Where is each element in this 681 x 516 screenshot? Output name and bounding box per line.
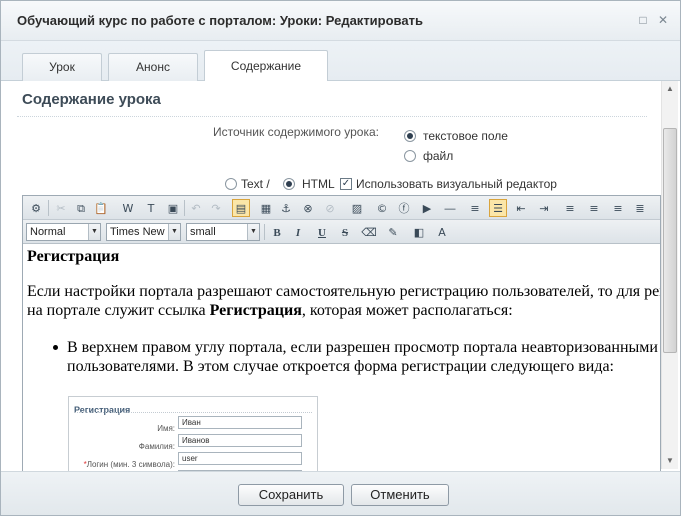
highlight-icon[interactable]: ✎ (384, 223, 402, 241)
italic-button[interactable]: I (289, 223, 307, 241)
anchor-icon[interactable]: ⚓ (277, 199, 295, 217)
font-size-select[interactable]: small ▼ (186, 223, 260, 241)
settings-icon[interactable]: ⚙ (27, 199, 45, 217)
dialog-footer: Сохранить Отменить (1, 471, 680, 515)
indent-icon[interactable]: ⇥ (535, 199, 553, 217)
doc-paragraph-line2: на портале служит ссылка Регистрация, ко… (27, 302, 513, 319)
content-panel: Содержание урока Источник содержимого ур… (1, 81, 680, 471)
numbered-list-icon[interactable]: ≡ (466, 199, 484, 217)
screenshot-title: Регистрация (74, 405, 131, 415)
maximize-icon[interactable]: □ (637, 14, 649, 26)
chevron-down-icon: ▼ (247, 224, 259, 240)
scroll-down-icon[interactable]: ▼ (662, 453, 678, 469)
font-family-value: Times New (110, 226, 165, 238)
eraser-icon[interactable]: ⌫ (360, 223, 378, 241)
paste-text-icon[interactable]: T (142, 199, 160, 217)
paste-word-icon[interactable]: W (119, 199, 137, 217)
save-button[interactable]: Сохранить (238, 484, 344, 506)
editor-toolbar-format: Normal ▼ Times New ▼ small ▼ B I U S ⌫ ✎ (23, 220, 660, 244)
media-icon[interactable]: ▶ (418, 199, 436, 217)
outdent-icon[interactable]: ⇤ (512, 199, 530, 217)
background-color-icon[interactable]: ◧ (410, 223, 428, 241)
scrollbar-thumb[interactable] (663, 128, 677, 353)
image-icon[interactable]: ▨ (348, 199, 366, 217)
source-text-radio[interactable] (404, 130, 416, 142)
editor-toolbar-main: ⚙ ✂ ⧉ 📋 W T ▣ ↶ ↷ ▤ ▦ ⚓ ⊗ ⊘ ▨ © ⓕ ▶ ― ≡ … (23, 196, 660, 220)
align-right-icon[interactable]: ≡ (609, 199, 627, 217)
screenshot-input: Иван (178, 416, 302, 429)
doc-bullet (53, 345, 58, 350)
tab-content[interactable]: Содержание (204, 50, 328, 82)
underline-button[interactable]: U (313, 223, 331, 241)
bulleted-list-icon[interactable]: ☰ (489, 199, 507, 217)
format-html-label: HTML (302, 177, 335, 191)
paragraph-style-value: Normal (30, 226, 66, 238)
unlink-icon[interactable]: ⊘ (321, 199, 339, 217)
font-family-select[interactable]: Times New ▼ (106, 223, 181, 241)
close-icon[interactable]: ✕ (657, 14, 669, 26)
section-title: Содержание урока (22, 91, 161, 108)
dialog-title: Обучающий курс по работе с порталом: Уро… (17, 13, 423, 28)
paragraph-style-select[interactable]: Normal ▼ (26, 223, 101, 241)
font-size-value: small (190, 226, 216, 238)
doc-paragraph-line1: Если настройки портала разрешают самосто… (27, 283, 661, 300)
horizontal-rule-icon[interactable]: ― (441, 199, 459, 217)
chevron-down-icon: ▼ (88, 224, 100, 240)
screenshot-input: Иванов (178, 434, 302, 447)
strikethrough-button[interactable]: S (336, 223, 354, 241)
tab-announcement[interactable]: Анонс (108, 53, 198, 81)
align-justify-icon[interactable]: ≣ (631, 199, 649, 217)
editor-document[interactable]: Регистрация Если настройки портала разре… (23, 244, 661, 471)
screenshot-label: Имя: (157, 424, 175, 433)
select-all-icon[interactable]: ▣ (164, 199, 182, 217)
registration-form-screenshot: Регистрация Имя: Иван Фамилия: Иванов *Л… (68, 396, 318, 471)
insert-table-icon[interactable]: ▦ (257, 199, 275, 217)
edit-lesson-dialog: Обучающий курс по работе с порталом: Уро… (0, 0, 681, 516)
align-center-icon[interactable]: ≡ (585, 199, 603, 217)
format-text-radio[interactable] (225, 178, 237, 190)
screenshot-label: *Логин (мин. 3 символа): (83, 460, 175, 469)
source-file-label: файл (423, 149, 454, 163)
format-text-label: Text / (241, 177, 270, 191)
paste-icon[interactable]: 📋 (92, 199, 110, 217)
source-text-label: текстовое поле (423, 129, 508, 143)
bold-button[interactable]: B (268, 223, 286, 241)
source-label: Источник содержимого урока: (213, 125, 379, 139)
doc-bullet-line1: В верхнем правом углу портала, если разр… (67, 339, 658, 356)
chevron-down-icon: ▼ (168, 224, 180, 240)
vertical-scrollbar[interactable]: ▲ ▼ (661, 81, 678, 469)
screenshot-input: user (178, 452, 302, 465)
cut-icon[interactable]: ✂ (52, 199, 70, 217)
format-html-radio[interactable] (283, 178, 295, 190)
doc-bullet-line2: пользователями. В этом случае откроется … (67, 358, 614, 375)
title-bar[interactable]: Обучающий курс по работе с порталом: Уро… (1, 1, 680, 41)
visual-editor: ⚙ ✂ ⧉ 📋 W T ▣ ↶ ↷ ▤ ▦ ⚓ ⊗ ⊘ ▨ © ⓕ ▶ ― ≡ … (22, 195, 661, 471)
section-divider (17, 116, 647, 117)
tab-lesson[interactable]: Урок (22, 53, 102, 81)
align-left-icon[interactable]: ≡ (561, 199, 579, 217)
show-borders-icon[interactable]: ▤ (232, 199, 250, 217)
link-icon[interactable]: ⊗ (299, 199, 317, 217)
visual-editor-label: Использовать визуальный редактор (356, 177, 557, 191)
scroll-up-icon[interactable]: ▲ (662, 81, 678, 97)
text-color-icon[interactable]: A (433, 223, 451, 241)
redo-icon[interactable]: ↷ (207, 199, 225, 217)
flash-icon[interactable]: ⓕ (395, 199, 413, 217)
screenshot-label: Фамилия: (138, 442, 175, 451)
undo-icon[interactable]: ↶ (187, 199, 205, 217)
special-char-icon[interactable]: © (373, 199, 391, 217)
copy-icon[interactable]: ⧉ (72, 199, 90, 217)
cancel-button[interactable]: Отменить (351, 484, 449, 506)
tab-bar: Урок Анонс Содержание (1, 41, 680, 82)
doc-heading: Регистрация (27, 248, 120, 265)
source-file-radio[interactable] (404, 150, 416, 162)
visual-editor-checkbox[interactable]: ✓ (340, 178, 352, 190)
